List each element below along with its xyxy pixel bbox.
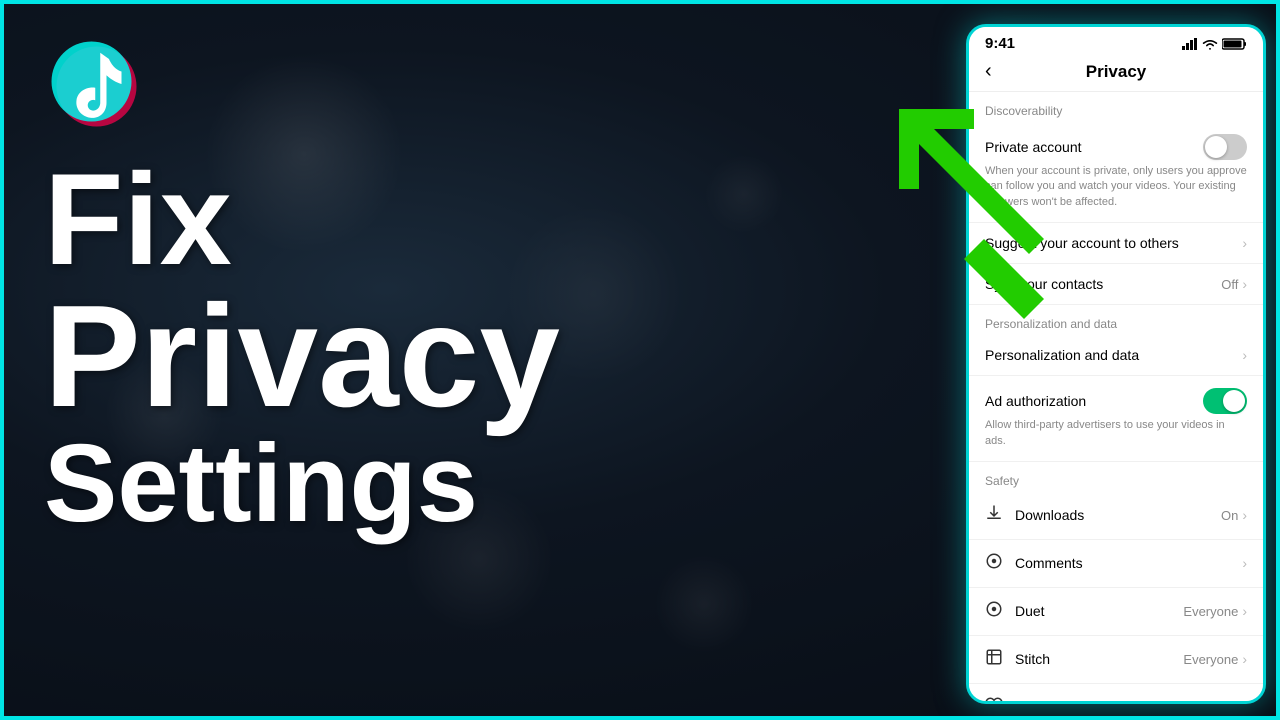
- stitch-row[interactable]: Stitch Everyone ›: [969, 636, 1263, 684]
- downloads-row[interactable]: Downloads On ›: [969, 492, 1263, 540]
- sync-contacts-chevron: ›: [1242, 276, 1247, 292]
- ad-authorization-toggle[interactable]: [1203, 388, 1247, 414]
- status-time: 9:41: [985, 35, 1015, 52]
- downloads-chevron: ›: [1242, 507, 1247, 523]
- stitch-chevron: ›: [1242, 651, 1247, 667]
- downloads-icon: [985, 504, 1005, 527]
- battery-icon: [1222, 38, 1247, 50]
- wifi-icon: [1202, 38, 1218, 50]
- ad-authorization-label: Ad authorization: [985, 393, 1203, 409]
- stitch-value: Everyone: [1183, 652, 1238, 667]
- duet-label: Duet: [1015, 603, 1183, 619]
- comments-row[interactable]: Comments ›: [969, 540, 1263, 588]
- sync-contacts-value: Off: [1221, 277, 1238, 292]
- nav-bar: ‹ Privacy: [969, 56, 1263, 92]
- left-content: Fix Privacy Settings: [4, 4, 904, 716]
- downloads-value: On: [1221, 508, 1238, 523]
- personalization-data-chevron: ›: [1242, 347, 1247, 363]
- stitch-label: Stitch: [1015, 651, 1183, 667]
- ad-authorization-row: Ad authorization Allow third-party adver…: [969, 376, 1263, 462]
- liked-videos-row[interactable]: Liked videos Only me ›: [969, 684, 1263, 701]
- private-account-toggle[interactable]: [1203, 134, 1247, 160]
- ad-authorization-desc: Allow third-party advertisers to use you…: [985, 418, 1247, 449]
- duet-icon: [985, 600, 1005, 623]
- suggest-account-chevron: ›: [1242, 235, 1247, 251]
- status-bar: 9:41: [969, 27, 1263, 56]
- overlay-text: Fix Privacy Settings: [44, 154, 560, 539]
- overlay-line3: Settings: [44, 429, 560, 539]
- duet-row[interactable]: Duet Everyone ›: [969, 588, 1263, 636]
- background: Fix Privacy Settings 9:41: [4, 4, 1276, 716]
- duet-chevron: ›: [1242, 603, 1247, 619]
- stitch-icon: [985, 648, 1005, 671]
- liked-videos-label: Liked videos: [1015, 699, 1190, 701]
- liked-videos-chevron: ›: [1242, 699, 1247, 701]
- nav-title: Privacy: [1086, 62, 1147, 82]
- green-arrow: [884, 99, 1084, 349]
- overlay-line2: Privacy: [44, 284, 560, 429]
- comments-chevron: ›: [1242, 555, 1247, 571]
- comments-label: Comments: [1015, 555, 1242, 571]
- comments-icon: [985, 552, 1005, 575]
- tiktok-logo: [44, 34, 154, 144]
- signal-icon: [1182, 38, 1198, 50]
- duet-value: Everyone: [1183, 604, 1238, 619]
- downloads-label: Downloads: [1015, 507, 1221, 523]
- back-button[interactable]: ‹: [985, 60, 992, 83]
- liked-videos-value: Only me: [1190, 700, 1238, 701]
- liked-videos-icon: [985, 696, 1005, 701]
- status-icons: [1182, 38, 1247, 50]
- overlay-line1: Fix: [44, 154, 560, 284]
- safety-header: Safety: [969, 462, 1263, 492]
